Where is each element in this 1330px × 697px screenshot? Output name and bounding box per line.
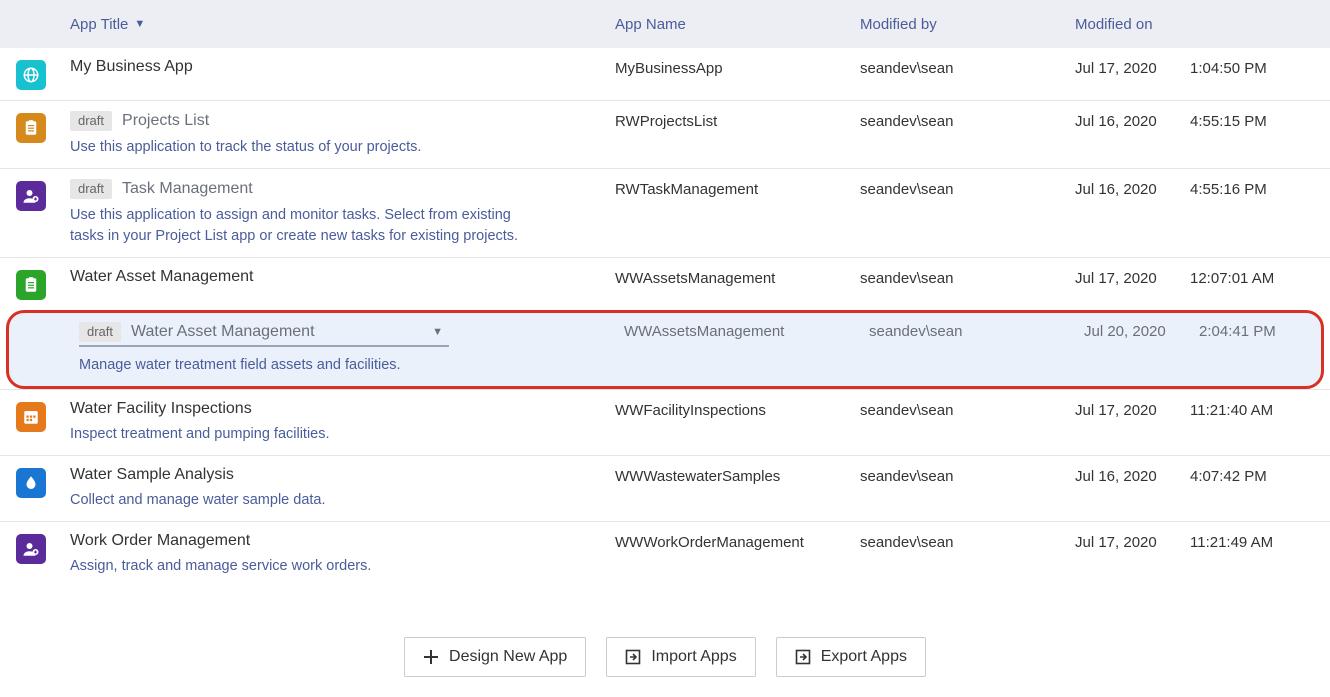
cell-time: 4:55:15 PM — [1190, 111, 1320, 158]
table-header: App Title ▼ App Name Modified by Modifie… — [0, 0, 1330, 48]
draft-badge: draft — [79, 322, 121, 342]
cell-date: Jul 16, 2020 — [1075, 466, 1190, 511]
table-row[interactable]: draft ▼ Manage water treatment field asset… — [6, 310, 1324, 389]
cell-name: RWProjectsList — [615, 111, 860, 158]
app-description: Use this application to track the status… — [70, 137, 540, 158]
user-plus-icon — [16, 181, 46, 211]
app-description: Assign, track and manage service work or… — [70, 556, 540, 577]
app-title: Water Asset Management — [70, 268, 254, 286]
table-row[interactable]: Water Asset Management WWAssetsManagement… — [0, 257, 1330, 310]
cell-name: MyBusinessApp — [615, 58, 860, 90]
cell-time: 11:21:49 AM — [1190, 532, 1320, 577]
app-description: Use this application to assign and monit… — [70, 205, 540, 247]
table-row[interactable]: Water Sample Analysis Collect and manage … — [0, 455, 1330, 521]
cell-time: 11:21:40 AM — [1190, 400, 1320, 445]
import-apps-label: Import Apps — [651, 648, 736, 666]
app-title: Water Sample Analysis — [70, 466, 234, 484]
cell-date: Jul 17, 2020 — [1075, 532, 1190, 577]
cell-by: seandev\sean — [860, 466, 1075, 511]
col-header-name[interactable]: App Name — [615, 16, 860, 33]
app-title: My Business App — [70, 58, 193, 76]
col-header-by[interactable]: Modified by — [860, 16, 1075, 33]
clipboard-icon — [16, 113, 46, 143]
cell-date: Jul 17, 2020 — [1075, 58, 1190, 90]
apps-table: App Title ▼ App Name Modified by Modifie… — [0, 0, 1330, 587]
export-icon — [795, 649, 811, 665]
table-row[interactable]: Water Facility Inspections Inspect treatm… — [0, 389, 1330, 455]
globe-icon — [16, 60, 46, 90]
draft-badge: draft — [70, 111, 112, 131]
chevron-down-icon[interactable]: ▼ — [426, 326, 449, 338]
cell-time: 12:07:01 AM — [1190, 268, 1320, 300]
calendar-icon — [16, 402, 46, 432]
cell-time: 2:04:41 PM — [1199, 321, 1329, 376]
cell-name: WWFacilityInspections — [615, 400, 860, 445]
cell-name: WWWorkOrderManagement — [615, 532, 860, 577]
clipboard-icon — [16, 270, 46, 300]
cell-date: Jul 17, 2020 — [1075, 268, 1190, 300]
cell-name: RWTaskManagement — [615, 179, 860, 247]
table-row[interactable]: draft Projects List Use this application t… — [0, 100, 1330, 168]
draft-badge: draft — [70, 179, 112, 199]
app-title-input[interactable] — [131, 321, 426, 343]
cell-date: Jul 17, 2020 — [1075, 400, 1190, 445]
cell-by: seandev\sean — [860, 111, 1075, 158]
col-header-title[interactable]: App Title ▼ — [70, 16, 615, 33]
cell-name: WWAssetsManagement — [624, 321, 869, 376]
footer-actions: Design New App Import Apps Export Apps — [0, 637, 1330, 677]
sort-desc-icon: ▼ — [134, 18, 145, 30]
app-title: Work Order Management — [70, 532, 250, 550]
cell-date: Jul 16, 2020 — [1075, 179, 1190, 247]
app-description: Collect and manage water sample data. — [70, 490, 540, 511]
cell-name: WWWastewaterSamples — [615, 466, 860, 511]
import-icon — [625, 649, 641, 665]
col-header-on[interactable]: Modified on — [1075, 16, 1190, 33]
import-apps-button[interactable]: Import Apps — [606, 637, 755, 677]
app-title: Water Facility Inspections — [70, 400, 252, 418]
drop-icon — [16, 468, 46, 498]
cell-by: seandev\sean — [869, 321, 1084, 376]
table-row[interactable]: My Business App MyBusinessAppseandev\sean… — [0, 48, 1330, 100]
cell-date: Jul 16, 2020 — [1075, 111, 1190, 158]
cell-time: 1:04:50 PM — [1190, 58, 1320, 90]
export-apps-label: Export Apps — [821, 648, 907, 666]
cell-date: Jul 20, 2020 — [1084, 321, 1199, 376]
table-row[interactable]: Work Order Management Assign, track and m… — [0, 521, 1330, 587]
cell-name: WWAssetsManagement — [615, 268, 860, 300]
plus-icon — [423, 649, 439, 665]
app-title: Task Management — [122, 180, 253, 198]
design-new-app-button[interactable]: Design New App — [404, 637, 586, 677]
cell-time: 4:55:16 PM — [1190, 179, 1320, 247]
col-header-title-label: App Title — [70, 16, 128, 33]
user-plus-icon — [16, 534, 46, 564]
cell-by: seandev\sean — [860, 179, 1075, 247]
cell-by: seandev\sean — [860, 532, 1075, 577]
app-description: Inspect treatment and pumping facilities… — [70, 424, 540, 445]
cell-by: seandev\sean — [860, 58, 1075, 90]
app-title: Projects List — [122, 112, 209, 130]
app-description: Manage water treatment field assets and … — [79, 355, 549, 376]
design-new-app-label: Design New App — [449, 648, 567, 666]
cell-time: 4:07:42 PM — [1190, 466, 1320, 511]
table-row[interactable]: draft Task Management Use this application… — [0, 168, 1330, 257]
export-apps-button[interactable]: Export Apps — [776, 637, 926, 677]
cell-by: seandev\sean — [860, 268, 1075, 300]
cell-by: seandev\sean — [860, 400, 1075, 445]
